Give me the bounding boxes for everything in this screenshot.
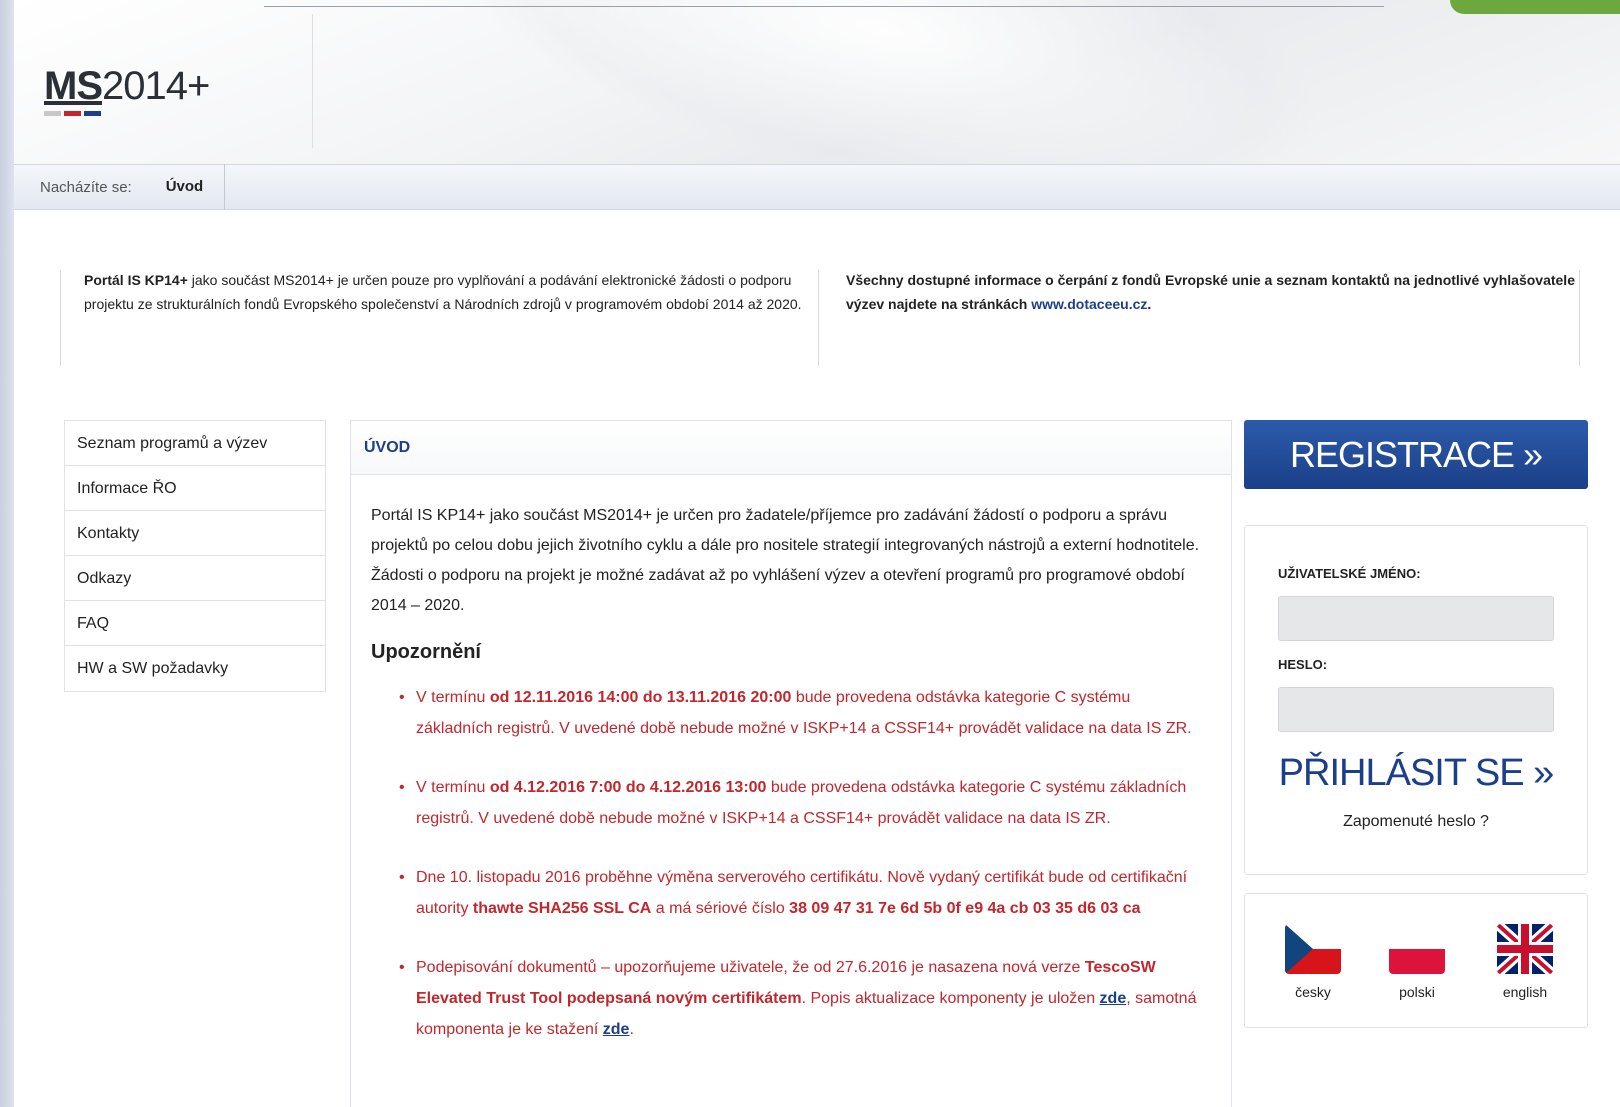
warning-heading: Upozornění: [371, 641, 481, 663]
menu-item-hw-sw[interactable]: HW a SW požadavky: [65, 646, 325, 691]
bullet-icon: •: [399, 689, 405, 706]
intro-separator: [60, 270, 61, 366]
content-title: ÚVOD: [351, 421, 1231, 475]
notice-item: • Podepisování dokumentů – upozorňujeme …: [371, 952, 1211, 1045]
username-label: UŽIVATELSKÉ JMÉNO:: [1278, 566, 1421, 581]
password-label: HESLO:: [1278, 657, 1328, 672]
bullet-icon: •: [399, 869, 405, 886]
lang-polish[interactable]: polski: [1377, 924, 1457, 1000]
polish-flag-icon: [1389, 924, 1445, 974]
left-edge-strip: [0, 0, 14, 1107]
notice-item: • V termínu od 12.11.2016 14:00 do 13.11…: [371, 682, 1211, 744]
language-panel: česky polski english: [1244, 893, 1588, 1028]
notice-list: • V termínu od 12.11.2016 14:00 do 13.11…: [371, 682, 1211, 1045]
breadcrumb-label: Nacházíte se:: [40, 178, 132, 196]
lang-czech-label: česky: [1295, 984, 1331, 1000]
uk-flag-icon: [1497, 924, 1553, 974]
notice-item: • Dne 10. listopadu 2016 proběhne výměna…: [371, 862, 1211, 924]
password-field[interactable]: [1278, 687, 1554, 732]
corner-decoration: [1450, 0, 1620, 14]
intro-separator: [1579, 270, 1580, 366]
header-decoration: [412, 0, 1356, 164]
intro-section: Portál IS KP14+ jako součást MS2014+ je …: [60, 210, 1580, 372]
logo-bar-gray: [44, 111, 61, 116]
header-top-line: [264, 6, 1384, 7]
lang-english-label: english: [1502, 984, 1548, 1000]
dotaceeu-link[interactable]: www.dotaceeu.cz: [1031, 296, 1147, 312]
intro-separator: [818, 270, 819, 366]
breadcrumb: Nacházíte se: Úvod: [14, 164, 1620, 210]
forgot-password-link[interactable]: Zapomenuté heslo ?: [1278, 813, 1554, 831]
bullet-icon: •: [399, 779, 405, 796]
component-download-link[interactable]: zde: [603, 1021, 630, 1038]
logo-bars: [44, 111, 209, 116]
component-description-link[interactable]: zde: [1100, 990, 1127, 1007]
menu-item-programs[interactable]: Seznam programů a výzev: [65, 421, 325, 466]
intro-right-text: Všechny dostupné informace o čerpání z f…: [846, 272, 1575, 312]
side-menu: Seznam programů a výzev Informace ŘO Kon…: [64, 420, 326, 692]
login-panel: UŽIVATELSKÉ JMÉNO: HESLO: PŘIHLÁSIT SE »…: [1244, 525, 1588, 875]
menu-item-contacts[interactable]: Kontakty: [65, 511, 325, 556]
notice-item: • V termínu od 4.12.2016 7:00 do 4.12.20…: [371, 772, 1211, 834]
intro-paragraph: Portál IS KP14+ jako součást MS2014+ je …: [371, 507, 1200, 614]
main-content: ÚVOD Portál IS KP14+ jako součást MS2014…: [350, 420, 1232, 1107]
logo[interactable]: MS2014+: [44, 64, 210, 116]
menu-item-links[interactable]: Odkazy: [65, 556, 325, 601]
lang-polish-label: polski: [1399, 984, 1435, 1000]
breadcrumb-current[interactable]: Úvod: [162, 164, 226, 210]
page-header: MS2014+: [14, 0, 1620, 164]
username-field[interactable]: [1278, 596, 1554, 641]
login-button[interactable]: PŘIHLÁSIT SE »: [1278, 752, 1555, 795]
intro-left-text: Portál IS KP14+ jako součást MS2014+ je …: [84, 272, 802, 312]
logo-bar-blue: [84, 111, 101, 116]
header-divider: [312, 14, 313, 148]
logo-text: MS2014+: [44, 64, 210, 108]
register-button[interactable]: REGISTRACE »: [1244, 420, 1588, 489]
lang-english[interactable]: english: [1485, 924, 1565, 1000]
bullet-icon: •: [399, 959, 405, 976]
czech-flag-icon: [1285, 924, 1341, 974]
menu-item-faq[interactable]: FAQ: [65, 601, 325, 646]
lang-czech[interactable]: česky: [1273, 924, 1353, 1000]
content-body: Portál IS KP14+ jako součást MS2014+ je …: [351, 475, 1231, 1045]
logo-bar-red: [64, 111, 81, 116]
menu-item-ro-info[interactable]: Informace ŘO: [65, 466, 325, 511]
